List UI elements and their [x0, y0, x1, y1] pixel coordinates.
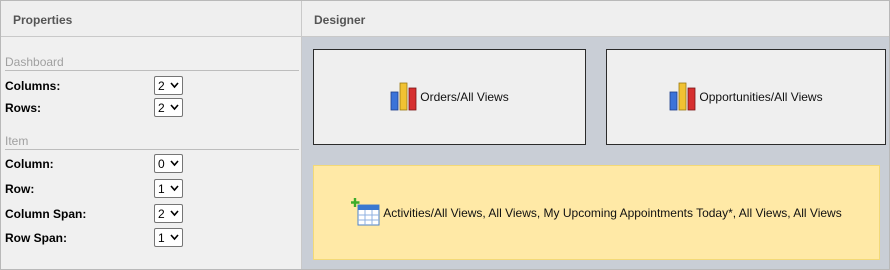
bar-chart-icon	[670, 82, 696, 111]
chevron-down-icon	[170, 82, 179, 89]
orders-tile-label: Orders/All Views	[420, 90, 509, 104]
row-span-value: 1	[158, 231, 165, 245]
chevron-down-icon	[170, 104, 179, 111]
properties-panel: Dashboard Columns: 2 Rows: 2 Item Column…	[1, 37, 301, 269]
opportunities-tile-label: Opportunities/All Views	[699, 90, 823, 104]
orders-tile[interactable]: Orders/All Views	[313, 49, 586, 145]
activities-tile-label: Activities/All Views, All Views, My Upco…	[383, 205, 842, 220]
rows-value: 2	[158, 101, 165, 115]
column-span-label: Column Span:	[5, 207, 87, 221]
row-span-label: Row Span:	[5, 231, 67, 245]
chevron-down-icon	[170, 234, 179, 241]
rows-select[interactable]: 2	[154, 98, 183, 117]
chevron-down-icon	[170, 210, 179, 217]
row-label: Row:	[5, 182, 35, 196]
activities-tile[interactable]: Activities/All Views, All Views, My Upco…	[313, 165, 880, 260]
columns-value: 2	[158, 79, 165, 93]
properties-title: Properties	[13, 13, 73, 27]
chevron-down-icon	[170, 160, 179, 167]
chevron-down-icon	[170, 185, 179, 192]
column-select[interactable]: 0	[154, 154, 183, 173]
rows-label: Rows:	[5, 101, 41, 115]
opportunities-tile[interactable]: Opportunities/All Views	[606, 49, 886, 145]
columns-label: Columns:	[5, 79, 61, 93]
column-span-value: 2	[158, 207, 165, 221]
properties-header: Properties	[1, 1, 301, 37]
designer-header: Designer	[301, 1, 889, 37]
dashboard-group-title: Dashboard	[5, 55, 299, 71]
column-label: Column:	[5, 157, 54, 171]
app-window: Properties Designer Dashboard Columns: 2…	[0, 0, 890, 270]
designer-canvas: Orders/All Views Opportunities/All Views	[301, 37, 889, 269]
columns-select[interactable]: 2	[154, 76, 183, 95]
designer-title: Designer	[314, 13, 366, 27]
bar-chart-icon	[390, 82, 417, 111]
row-select[interactable]: 1	[154, 179, 183, 198]
row-span-select[interactable]: 1	[154, 228, 183, 247]
column-span-select[interactable]: 2	[154, 204, 183, 223]
item-group-title: Item	[5, 134, 299, 150]
row-value: 1	[158, 182, 165, 196]
column-value: 0	[158, 157, 165, 171]
add-table-icon	[351, 197, 380, 225]
